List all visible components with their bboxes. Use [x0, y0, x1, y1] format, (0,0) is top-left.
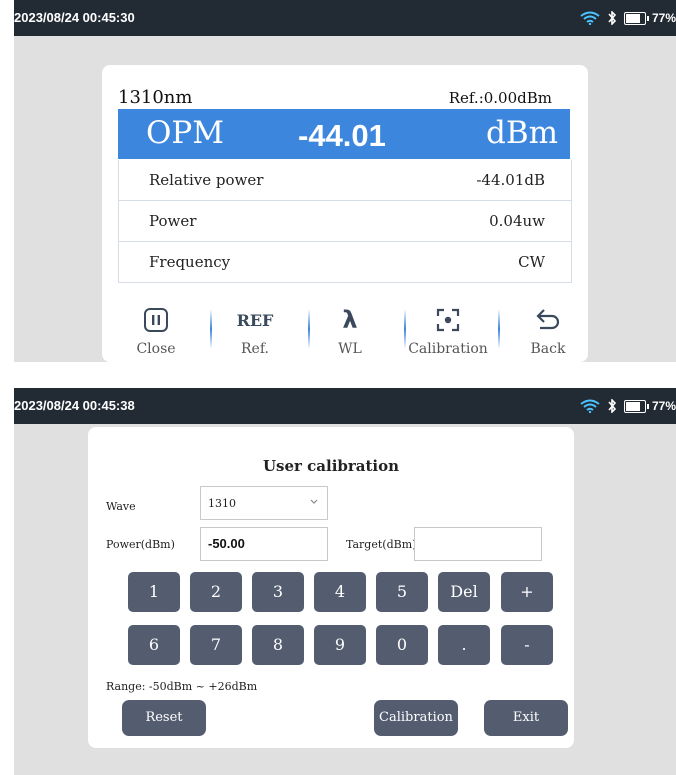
reference-label: Ref.:0.00dBm [448, 89, 552, 107]
status-icons: 77% [580, 0, 676, 36]
opm-card: 1310nm Ref.:0.00dBm OPM -44.01 dBm Relat… [102, 65, 588, 362]
status-bar: 2023/08/24 00:45:30 77% [14, 0, 676, 36]
key-4[interactable]: 4 [314, 572, 366, 612]
back-button[interactable]: Back [508, 303, 588, 361]
status-time: 2023/08/24 00:45:30 [14, 10, 135, 25]
back-label: Back [530, 341, 566, 357]
key-1[interactable]: 1 [128, 572, 180, 612]
opm-unit-label: dBm [485, 115, 558, 151]
key-6[interactable]: 6 [128, 625, 180, 665]
power-value: -50.00 [208, 536, 245, 551]
wl-button[interactable]: λ WL [310, 303, 390, 361]
key-5[interactable]: 5 [376, 572, 428, 612]
pause-icon [116, 307, 196, 333]
status-bar: 2023/08/24 00:45:38 77% [14, 388, 676, 424]
toolbar-divider [210, 309, 212, 349]
row-label: Relative power [149, 171, 264, 189]
close-button[interactable]: Close [116, 303, 196, 361]
ref-button[interactable]: REF Ref. [215, 303, 295, 361]
power-row: Power 0.04uw [119, 200, 571, 241]
key-plus[interactable]: + [501, 572, 553, 612]
row-value: -44.01dB [476, 171, 545, 189]
close-label: Close [136, 341, 176, 357]
opm-screen: 2023/08/24 00:45:30 77% 1310nm Ref.:0.00… [14, 0, 676, 362]
exit-button[interactable]: Exit [484, 700, 568, 736]
wavelength-row: 1310nm Ref.:0.00dBm [118, 75, 570, 112]
relative-power-row: Relative power -44.01dB [119, 160, 571, 200]
key-minus[interactable]: - [501, 625, 553, 665]
row-label: Power [149, 212, 197, 230]
target-input[interactable] [414, 527, 542, 561]
key-3[interactable]: 3 [252, 572, 304, 612]
row-value: 0.04uw [489, 212, 545, 230]
key-2[interactable]: 2 [190, 572, 242, 612]
bottom-toolbar: Close REF Ref. λ WL Calibration Back [102, 303, 588, 361]
lambda-icon: λ [342, 306, 358, 334]
bluetooth-icon [608, 399, 617, 413]
key-8[interactable]: 8 [252, 625, 304, 665]
key-7[interactable]: 7 [190, 625, 242, 665]
opm-mode-label: OPM [146, 115, 225, 151]
calibration-submit-button[interactable]: Calibration [374, 700, 458, 736]
dialog-title: User calibration [262, 457, 400, 475]
key-9[interactable]: 9 [314, 625, 366, 665]
range-text: Range: -50dBm ~ +26dBm [106, 680, 258, 693]
battery-percent: 77% [651, 399, 676, 413]
wave-label: Wave [106, 500, 136, 513]
battery-percent: 77% [651, 11, 676, 25]
status-time: 2023/08/24 00:45:38 [14, 398, 135, 413]
toolbar-divider [498, 309, 500, 349]
reset-button[interactable]: Reset [122, 700, 206, 736]
ref-label: Ref. [241, 341, 269, 357]
power-label: Power(dBm) [106, 538, 175, 551]
opm-power-value: -44.01 [298, 118, 386, 153]
key-0[interactable]: 0 [376, 625, 428, 665]
key-delete[interactable]: Del [438, 572, 490, 612]
power-input[interactable]: -50.00 [200, 527, 328, 561]
bluetooth-icon [608, 11, 617, 25]
wave-select[interactable]: 1310 [200, 486, 328, 520]
target-label: Target(dBm) [346, 538, 417, 551]
focus-icon [398, 307, 498, 333]
battery-icon [623, 399, 649, 413]
row-label: Frequency [149, 253, 231, 271]
measurement-table: Relative power -44.01dB Power 0.04uw Fre… [118, 160, 572, 283]
ref-icon: REF [236, 310, 274, 330]
wavelength-label: 1310nm [118, 87, 193, 108]
opm-reading-bar: OPM -44.01 dBm [118, 109, 570, 159]
battery-icon [623, 11, 649, 25]
frequency-row: Frequency CW [119, 241, 571, 282]
wifi-icon [580, 399, 600, 413]
calibration-button[interactable]: Calibration [398, 303, 498, 361]
key-decimal[interactable]: . [438, 625, 490, 665]
status-icons: 77% [580, 388, 676, 424]
calibration-dialog: User calibration Wave 1310 Power(dBm) -5… [88, 427, 574, 748]
wifi-icon [580, 11, 600, 25]
wl-label: WL [338, 341, 362, 357]
chevron-down-icon [310, 499, 318, 504]
calibration-label: Calibration [408, 341, 488, 357]
wave-value: 1310 [208, 497, 236, 510]
row-value: CW [518, 253, 545, 271]
back-arrow-icon [508, 307, 588, 333]
